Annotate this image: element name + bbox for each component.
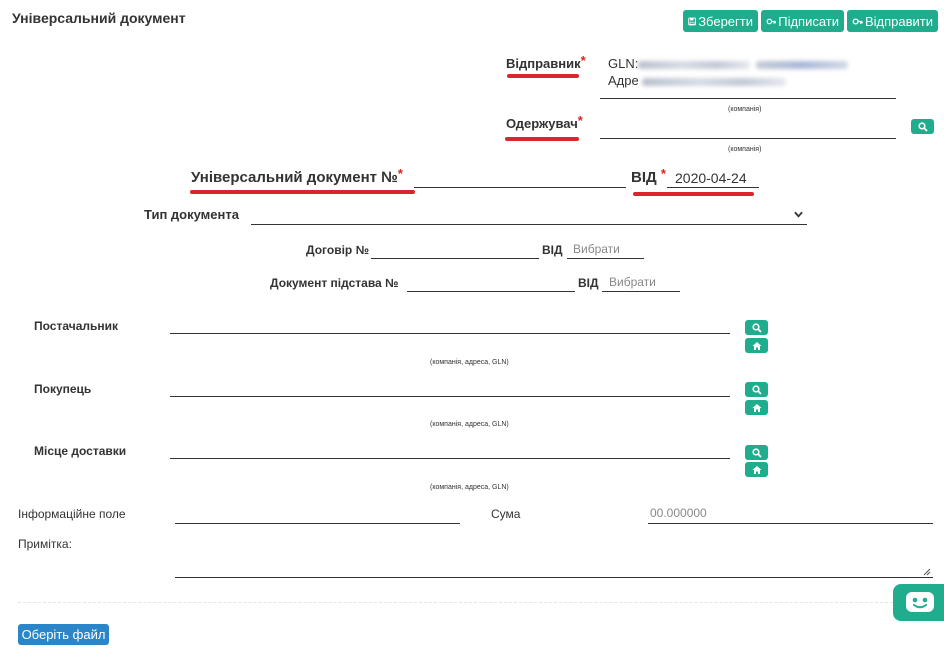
buyer-caption: (компанія, адреса, GLN) [430, 421, 509, 428]
delivery-search-button[interactable] [745, 445, 768, 460]
required-mark: * [580, 53, 586, 68]
contract-date-label: ВІД [542, 243, 563, 257]
buyer-field[interactable] [170, 381, 730, 397]
required-mark: * [660, 166, 666, 181]
sum-label: Сума [491, 507, 521, 521]
doc-date-label-group: ВІД * [631, 166, 666, 186]
chevron-down-icon [794, 211, 803, 218]
receiver-label-group: Одержувач* [506, 113, 583, 131]
highlight-underline [190, 190, 415, 194]
choose-file-button[interactable]: Оберіть файл [18, 624, 109, 645]
home-icon [752, 465, 761, 474]
highlight-underline [633, 192, 754, 196]
required-mark: * [397, 166, 403, 181]
resize-handle-icon[interactable] [923, 568, 931, 576]
sender-label: Відправник [506, 56, 581, 71]
sender-field[interactable] [600, 89, 896, 99]
redacted-gln [638, 61, 750, 69]
doc-number-label-group: Універсальний документ №* [191, 166, 403, 186]
delivery-home-button[interactable] [745, 462, 768, 477]
doc-date-input[interactable]: 2020-04-24 [667, 168, 759, 188]
highlight-underline [507, 74, 579, 78]
divider [18, 602, 933, 603]
floppy-icon [688, 17, 696, 25]
save-label: Зберегти [698, 13, 753, 29]
receiver-label: Одержувач [506, 116, 578, 131]
doc-type-select[interactable] [251, 205, 807, 225]
contract-date-input[interactable]: Вибрати [567, 242, 644, 259]
supplier-label: Постачальник [34, 319, 118, 333]
delivery-label: Місце доставки [34, 444, 127, 458]
delivery-field[interactable] [170, 443, 730, 459]
contract-label: Договір № [306, 243, 369, 257]
note-textarea[interactable] [175, 536, 933, 578]
search-icon [751, 322, 762, 333]
doc-date-label: ВІД [631, 169, 657, 186]
chat-bot-icon [906, 592, 934, 612]
info-field[interactable] [175, 506, 460, 524]
search-icon [751, 384, 762, 395]
search-icon [751, 447, 762, 458]
sender-caption: (компанія) [728, 106, 762, 113]
sign-button[interactable]: Підписати [761, 10, 844, 32]
home-icon [752, 403, 761, 412]
send-button[interactable]: Відправити [847, 10, 938, 32]
home-icon [752, 341, 761, 350]
key-icon [852, 17, 863, 25]
delivery-caption: (компанія, адреса, GLN) [430, 484, 509, 491]
page-title: Універсальний документ [12, 10, 186, 26]
receiver-field[interactable] [600, 125, 896, 139]
basis-label: Документ підстава № [270, 276, 399, 290]
buyer-search-button[interactable] [745, 382, 768, 397]
chat-widget[interactable] [893, 584, 944, 621]
basis-date-label: ВІД [578, 276, 599, 290]
save-button[interactable]: Зберегти [683, 10, 758, 32]
buyer-home-button[interactable] [745, 400, 768, 415]
supplier-search-button[interactable] [745, 320, 768, 335]
supplier-field[interactable] [170, 318, 730, 334]
sender-label-group: Відправник* [506, 53, 586, 71]
sender-address-prefix: Адре [608, 73, 639, 88]
redacted-address [642, 78, 786, 86]
buyer-label: Покупець [34, 382, 92, 396]
supplier-caption: (компанія, адреса, GLN) [430, 359, 509, 366]
sign-label: Підписати [778, 13, 839, 29]
key-icon [766, 18, 777, 24]
sender-gln-prefix: GLN: [608, 56, 639, 71]
basis-date-input[interactable]: Вибрати [602, 275, 680, 292]
info-label: Інформаційне поле [18, 507, 126, 521]
send-label: Відправити [864, 13, 933, 29]
contract-field[interactable] [371, 242, 539, 259]
sum-input[interactable]: 00.000000 [648, 506, 933, 524]
basis-field[interactable] [407, 275, 575, 292]
doc-type-label: Тип документа [144, 207, 239, 222]
redacted-gln-tail [756, 61, 848, 69]
receiver-caption: (компанія) [728, 146, 762, 153]
highlight-underline [505, 137, 579, 141]
note-label: Примітка: [18, 537, 72, 551]
doc-number-label: Універсальний документ № [191, 169, 398, 186]
supplier-home-button[interactable] [745, 338, 768, 353]
search-icon [917, 121, 928, 132]
receiver-search-button[interactable] [911, 119, 934, 134]
required-mark: * [577, 113, 583, 128]
doc-number-field[interactable] [414, 172, 626, 188]
